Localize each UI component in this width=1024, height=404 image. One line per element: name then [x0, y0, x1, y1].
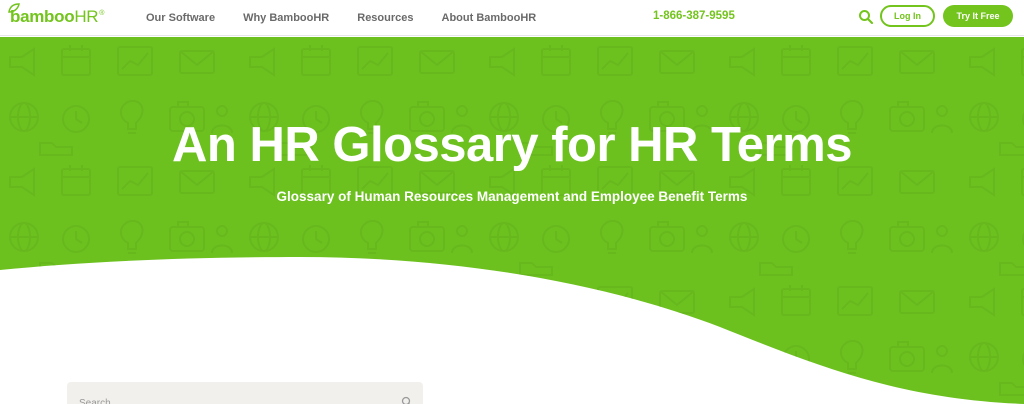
login-button[interactable]: Log In	[880, 5, 935, 27]
nav-why-bamboohr[interactable]: Why BambooHR	[243, 12, 329, 24]
hero-section: An HR Glossary for HR Terms Glossary of …	[0, 37, 1024, 404]
glossary-search-input[interactable]	[67, 382, 423, 404]
nav-resources[interactable]: Resources	[357, 12, 413, 24]
bamboohr-logo[interactable]: bamboo HR ®	[8, 3, 105, 27]
main-nav: Our Software Why BambooHR Resources Abou…	[146, 0, 564, 36]
search-icon[interactable]	[858, 9, 874, 25]
hero-background	[0, 37, 1024, 404]
logo-text-hr: HR	[74, 7, 99, 26]
leaf-icon	[8, 3, 20, 13]
phone-link[interactable]: 1-866-387-9595	[653, 10, 735, 22]
page-subtitle: Glossary of Human Resources Management a…	[276, 189, 748, 204]
site-header: bamboo HR ® Our Software Why BambooHR Re…	[0, 0, 1024, 36]
try-it-free-button[interactable]: Try It Free	[943, 5, 1013, 27]
nav-about-bamboohr[interactable]: About BambooHR	[442, 12, 537, 24]
glossary-search	[67, 382, 423, 404]
page-title: An HR Glossary for HR Terms	[172, 118, 852, 172]
logo-registered-mark: ®	[99, 10, 105, 17]
search-icon[interactable]	[401, 396, 413, 404]
nav-our-software[interactable]: Our Software	[146, 12, 215, 24]
